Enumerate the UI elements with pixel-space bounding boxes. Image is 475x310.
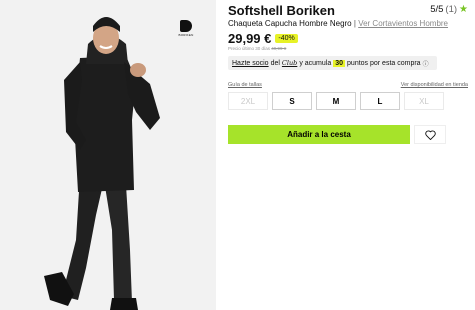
price-row: 29,99 € -40% bbox=[228, 31, 298, 46]
product-subtitle: Chaqueta Capucha Hombre Negro | Ver Cort… bbox=[228, 19, 448, 28]
add-to-cart-button[interactable]: Añadir a la cesta bbox=[228, 125, 410, 144]
product-photo bbox=[44, 17, 160, 310]
previous-price-value: 49,99 € bbox=[271, 46, 287, 51]
product-info: Softshell Boriken 5/5 (1) ★ Chaqueta Cap… bbox=[228, 0, 468, 310]
size-option-l[interactable]: L bbox=[360, 92, 400, 110]
product-description: Chaqueta Capucha Hombre Negro bbox=[228, 19, 352, 28]
previous-price-label: Precio último 30 días bbox=[228, 46, 271, 51]
size-option-xl[interactable]: XL bbox=[404, 92, 444, 110]
heart-icon bbox=[424, 129, 436, 140]
club-text-a: del bbox=[270, 59, 280, 67]
club-banner: Hazte socio del Club y acumula 30 puntos… bbox=[228, 56, 437, 70]
info-icon[interactable]: ⓘ bbox=[423, 59, 429, 68]
wishlist-button[interactable] bbox=[414, 125, 446, 144]
brand-logo-text: BORIKEN bbox=[178, 33, 194, 37]
club-join-link[interactable]: Hazte socio bbox=[232, 60, 269, 67]
brand-logo: BORIKEN bbox=[178, 20, 194, 40]
separator: | bbox=[353, 19, 356, 28]
size-selector: 2XL S M L XL bbox=[228, 92, 446, 110]
rating-score: 5/5 bbox=[430, 4, 444, 15]
size-option-2xl[interactable]: 2XL bbox=[228, 92, 268, 110]
size-guide-link[interactable]: Guía de tallas bbox=[228, 82, 262, 88]
rating[interactable]: 5/5 (1) ★ bbox=[430, 4, 468, 15]
variants-link[interactable]: Ver Cortavientos Hombre bbox=[358, 19, 448, 28]
club-points: 30 bbox=[333, 59, 346, 67]
discount-badge: -40% bbox=[275, 34, 298, 43]
previous-price: Precio último 30 días 49,99 € bbox=[228, 46, 286, 51]
store-availability-link[interactable]: Ver disponibilidad en tienda bbox=[401, 82, 468, 88]
rating-count[interactable]: (1) bbox=[445, 4, 457, 15]
product-title: Softshell Boriken bbox=[228, 3, 335, 18]
star-icon: ★ bbox=[459, 4, 468, 15]
club-logo: Club bbox=[281, 59, 298, 67]
club-text-c: puntos por esta compra bbox=[347, 59, 421, 67]
size-option-s[interactable]: S bbox=[272, 92, 312, 110]
club-text-b: y acumula bbox=[299, 59, 332, 67]
product-image[interactable]: BORIKEN bbox=[0, 0, 216, 310]
size-option-m[interactable]: M bbox=[316, 92, 356, 110]
price: 29,99 € bbox=[228, 31, 272, 46]
